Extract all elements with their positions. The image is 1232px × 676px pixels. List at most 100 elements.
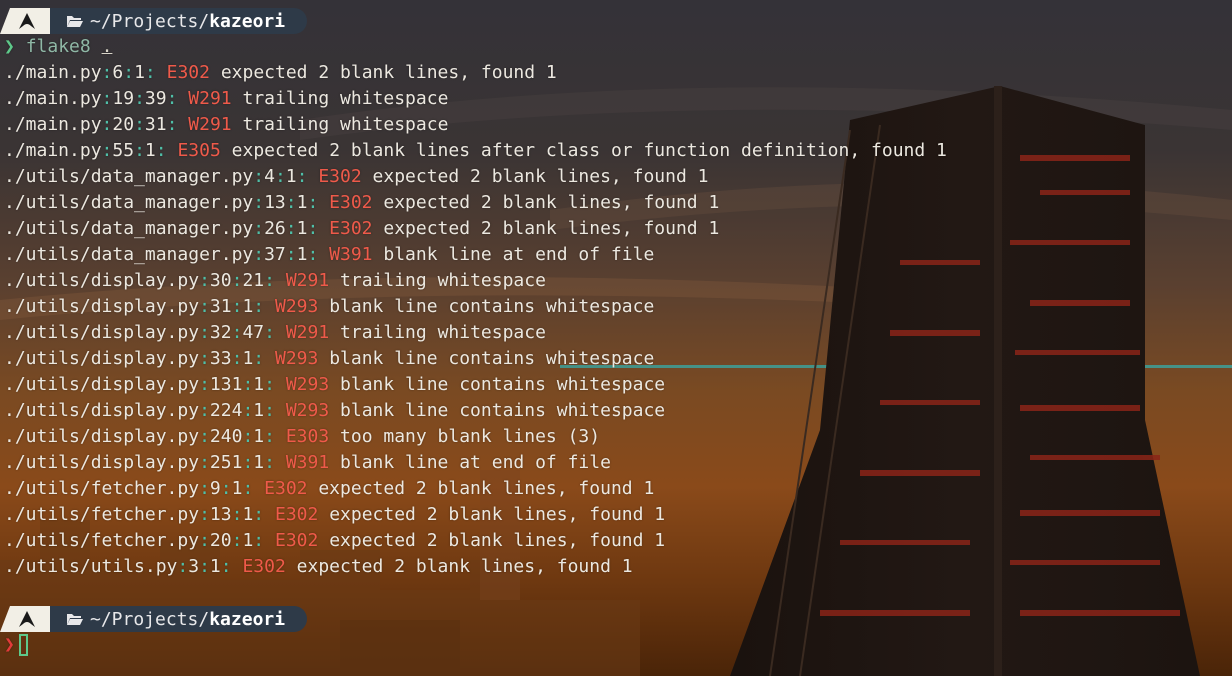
output-file-path: ./utils/fetcher.py <box>4 530 200 551</box>
output-error-code: E302 <box>318 166 362 187</box>
output-file-path: ./main.py <box>4 140 102 161</box>
output-line: ./utils/display.py:131:1: W293 blank lin… <box>4 374 666 395</box>
command-line: ❯ flake8 . <box>4 34 112 60</box>
input-line[interactable]: ❯ <box>4 632 28 658</box>
output-message: trailing whitespace <box>340 270 546 291</box>
output-column-number: 1 <box>253 374 265 395</box>
output-message: expected 2 blank lines after class or fu… <box>231 140 947 161</box>
output-line: ./utils/data_manager.py:26:1: E302 expec… <box>4 218 720 239</box>
output-column-number: 1 <box>285 166 297 187</box>
output-error-code: E302 <box>274 530 319 551</box>
output-error-code: W291 <box>285 322 330 343</box>
output-error-code: W291 <box>188 114 232 135</box>
output-column-number: 1 <box>242 296 254 317</box>
output-file-path: ./utils/display.py <box>4 296 200 317</box>
output-error-code: W293 <box>285 374 330 395</box>
output-message: too many blank lines (3) <box>340 426 601 447</box>
output-error-code: E302 <box>242 556 286 577</box>
output-column-number: 21 <box>242 270 265 291</box>
output-line-number: 4 <box>264 166 275 187</box>
arch-logo-segment <box>0 8 50 34</box>
output-line-number: 131 <box>209 374 243 395</box>
prompt-chevron: ❯ <box>4 36 15 57</box>
output-message: blank line contains whitespace <box>340 400 666 421</box>
output-line-number: 20 <box>209 530 232 551</box>
output-line: ./main.py:6:1: E302 expected 2 blank lin… <box>4 62 557 83</box>
folder-open-icon <box>67 614 83 625</box>
output-line-number: 31 <box>209 296 232 317</box>
output-message: blank line contains whitespace <box>340 374 666 395</box>
output-file-path: ./utils/display.py <box>4 270 200 291</box>
output-message: expected 2 blank lines, found 1 <box>372 166 709 187</box>
output-line-number: 224 <box>209 400 243 421</box>
output-line: ./utils/display.py:224:1: W293 blank lin… <box>4 400 666 421</box>
output-file-path: ./main.py <box>4 88 102 109</box>
directory-segment: ~/Projects/kazeori <box>46 606 308 632</box>
text-cursor[interactable] <box>18 634 28 656</box>
directory-path: ~/Projects/kazeori <box>90 608 286 630</box>
output-line-number: 33 <box>209 348 232 369</box>
folder-open-icon <box>67 16 83 27</box>
output-line: ./utils/display.py:30:21: W291 trailing … <box>4 270 546 291</box>
output-file-path: ./utils/data_manager.py <box>4 166 254 187</box>
arch-logo-icon <box>19 611 35 627</box>
output-file-path: ./utils/data_manager.py <box>4 244 254 265</box>
output-error-code: E302 <box>329 192 373 213</box>
output-line: ./main.py:19:39: W291 trailing whitespac… <box>4 88 449 109</box>
output-line: ./utils/display.py:33:1: W293 blank line… <box>4 348 655 369</box>
output-error-code: E305 <box>177 140 221 161</box>
output-line: ./main.py:55:1: E305 expected 2 blank li… <box>4 140 947 161</box>
output-line: ./utils/display.py:32:47: W291 trailing … <box>4 322 546 343</box>
output-column-number: 47 <box>242 322 265 343</box>
arch-logo-icon <box>19 13 35 29</box>
output-column-number: 1 <box>242 504 254 525</box>
output-message: trailing whitespace <box>242 114 449 135</box>
output-error-code: W291 <box>285 270 330 291</box>
output-column-number: 31 <box>144 114 167 135</box>
output-error-code: E302 <box>274 504 319 525</box>
output-line: ./utils/fetcher.py:9:1: E302 expected 2 … <box>4 478 655 499</box>
output-error-code: W293 <box>274 296 319 317</box>
output-column-number: 1 <box>296 218 308 239</box>
output-line: ./utils/data_manager.py:4:1: E302 expect… <box>4 166 709 187</box>
output-column-number: 1 <box>242 348 254 369</box>
output-file-path: ./utils/display.py <box>4 374 200 395</box>
output-message: expected 2 blank lines, found 1 <box>329 504 666 525</box>
output-column-number: 1 <box>296 244 308 265</box>
arch-logo-segment <box>0 606 50 632</box>
output-column-number: 1 <box>242 530 254 551</box>
output-file-path: ./utils/display.py <box>4 426 200 447</box>
output-message: expected 2 blank lines, found 1 <box>318 478 655 499</box>
prompt-chevron-error: ❯ <box>4 634 15 655</box>
output-message: expected 2 blank lines, found 1 <box>329 530 666 551</box>
output-file-path: ./utils/display.py <box>4 322 200 343</box>
output-line-number: 13 <box>209 504 232 525</box>
output-column-number: 1 <box>231 478 243 499</box>
output-error-code: E302 <box>166 62 210 83</box>
output-line-number: 13 <box>264 192 286 213</box>
output-message: expected 2 blank lines, found 1 <box>383 218 720 239</box>
output-message: blank line contains whitespace <box>329 348 655 369</box>
output-file-path: ./utils/fetcher.py <box>4 478 200 499</box>
output-error-code: W293 <box>274 348 319 369</box>
output-line-number: 6 <box>112 62 124 83</box>
output-error-code: W293 <box>285 400 330 421</box>
output-line: ./utils/fetcher.py:20:1: E302 expected 2… <box>4 530 666 551</box>
output-line-number: 251 <box>209 452 243 473</box>
output-line-number: 9 <box>209 478 221 499</box>
output-line: ./utils/display.py:31:1: W293 blank line… <box>4 296 655 317</box>
output-file-path: ./utils/data_manager.py <box>4 192 254 213</box>
prompt-bar: ~/Projects/kazeori <box>0 8 312 34</box>
output-file-path: ./utils/fetcher.py <box>4 504 200 525</box>
output-message: expected 2 blank lines, found 1 <box>383 192 720 213</box>
output-line-number: 32 <box>209 322 232 343</box>
output-message: trailing whitespace <box>340 322 546 343</box>
output-line-number: 19 <box>112 88 135 109</box>
prompt-bar: ~/Projects/kazeori <box>0 606 312 632</box>
terminal-window[interactable]: ~/Projects/kazeori ❯ flake8 . ./main.py:… <box>0 0 1232 676</box>
command-name: flake8 <box>25 36 91 57</box>
output-column-number: 1 <box>296 192 308 213</box>
output-error-code: E303 <box>285 426 330 447</box>
output-message: blank line at end of file <box>340 452 611 473</box>
directory-path: ~/Projects/kazeori <box>90 10 286 32</box>
